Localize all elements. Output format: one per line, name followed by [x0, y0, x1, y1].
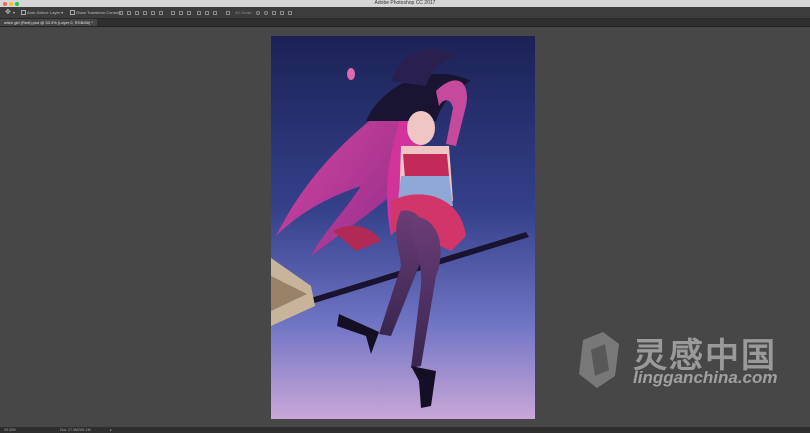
show-transform-controls-checkbox[interactable]: Show Transform Controls	[70, 7, 121, 18]
move-tool-icon[interactable]: ✥	[5, 7, 11, 18]
distribute-vcenter-icon[interactable]	[179, 10, 183, 15]
watermark-url: lingganchina.com	[633, 368, 778, 387]
tool-preset-dropdown[interactable]: ▾	[13, 7, 15, 18]
minimize-window-button[interactable]	[9, 1, 13, 6]
align-top-icon[interactable]	[119, 10, 123, 15]
align-right-icon[interactable]	[159, 10, 163, 15]
distribute-bottom-icon[interactable]	[187, 10, 191, 15]
distribute-right-icon[interactable]	[213, 10, 217, 15]
slide-3d-icon[interactable]	[280, 10, 284, 15]
zoom-level[interactable]: 33.33%	[4, 427, 16, 433]
scale-3d-icon[interactable]	[288, 10, 292, 15]
roll-3d-icon[interactable]	[264, 10, 268, 15]
align-vertical-center-icon[interactable]	[127, 10, 131, 15]
document-info[interactable]: Doc: 27.9M/391.1M	[60, 427, 91, 433]
auto-select-value: Layer	[50, 10, 61, 15]
align-bottom-icon[interactable]	[135, 10, 139, 15]
checkbox-icon	[70, 10, 75, 16]
options-bar: ✥ ▾ Auto-Select: Layer ▾ Show Transform …	[0, 7, 810, 19]
artwork-canvas[interactable]	[271, 36, 535, 419]
watermark: 灵感中国 lingganchina.com	[575, 330, 807, 390]
auto-select-checkbox[interactable]: Auto-Select:	[21, 7, 49, 18]
auto-align-layers-icon[interactable]	[226, 10, 230, 15]
auto-select-target-dropdown[interactable]: Layer ▾	[50, 7, 63, 18]
align-horizontal-center-icon[interactable]	[151, 10, 155, 15]
checkbox-icon	[21, 10, 26, 16]
witch-illustration	[271, 36, 535, 419]
distribute-top-icon[interactable]	[171, 10, 175, 15]
window-title: Adobe Photoshop CC 2017	[374, 0, 436, 6]
status-bar: 33.33% Doc: 27.9M/391.1M ▸	[0, 427, 810, 433]
orbit-3d-icon[interactable]	[256, 10, 260, 15]
zoom-window-button[interactable]	[15, 1, 19, 6]
distribute-left-icon[interactable]	[197, 10, 201, 15]
distribute-hcenter-icon[interactable]	[205, 10, 209, 15]
title-bar: Adobe Photoshop CC 2017	[0, 0, 810, 7]
status-menu-arrow-icon[interactable]: ▸	[110, 427, 112, 433]
auto-select-label: Auto-Select:	[27, 10, 49, 15]
mode-3d-label: 3D Mode:	[235, 10, 253, 15]
document-tab-bar: witch girl (Reel).psd @ 33.3% (Layer 0, …	[0, 19, 810, 27]
show-transform-controls-label: Show Transform Controls	[76, 10, 122, 15]
close-window-button[interactable]	[3, 1, 7, 6]
pan-3d-icon[interactable]	[272, 10, 276, 15]
document-tab[interactable]: witch girl (Reel).psd @ 33.3% (Layer 0, …	[0, 19, 97, 26]
align-left-icon[interactable]	[143, 10, 147, 15]
